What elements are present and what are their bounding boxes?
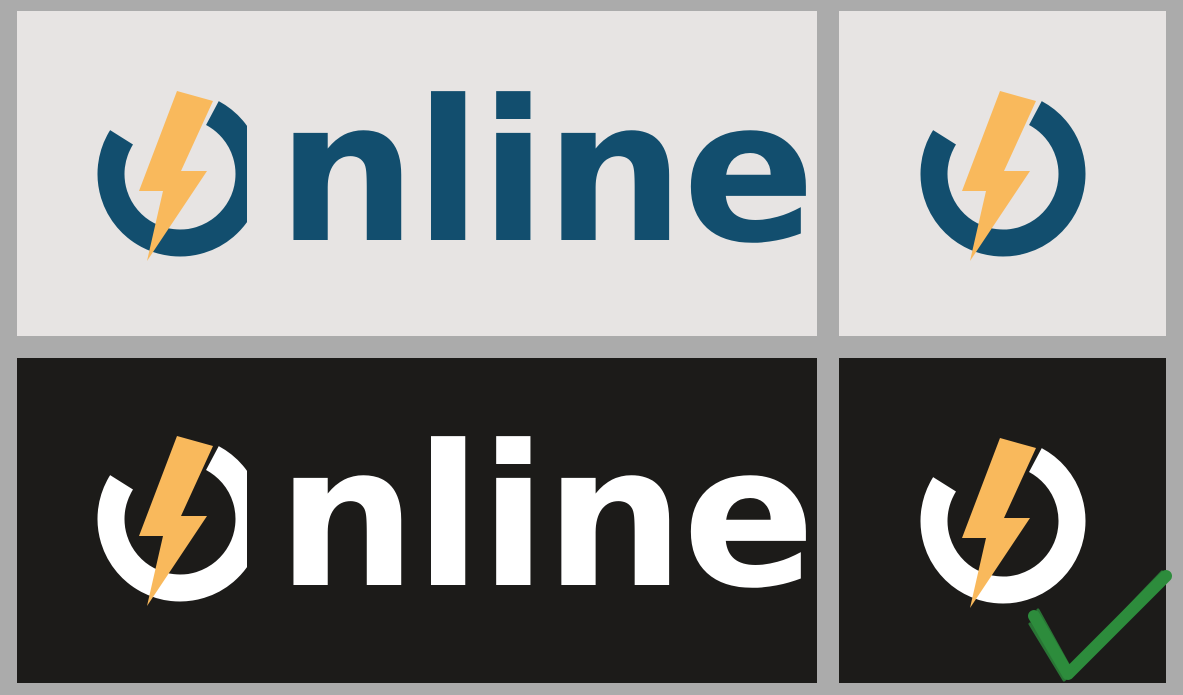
wordmark: nline	[277, 59, 815, 287]
logo-panel-dark-full: nline	[17, 358, 817, 683]
checkmark-icon	[1028, 570, 1172, 682]
power-bolt-icon	[97, 436, 247, 606]
power-bolt-icon	[920, 91, 1086, 261]
logo-panel-light-full: nline	[17, 11, 817, 336]
logo-panel-light-icon	[839, 11, 1166, 336]
power-bolt-icon	[97, 91, 247, 261]
wordmark: nline	[277, 404, 815, 632]
